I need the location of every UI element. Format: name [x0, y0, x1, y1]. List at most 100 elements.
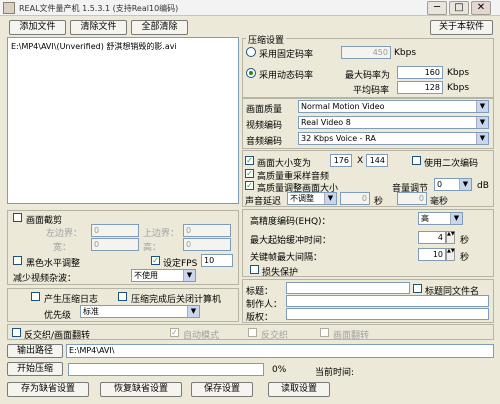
buffer-spinner[interactable]: ▲▼	[446, 231, 455, 244]
clear-all-button[interactable]: 全部清除	[131, 20, 188, 35]
keyframe-label: 关键帧最大间隔：	[250, 253, 323, 263]
load-settings-button[interactable]: 读取设置	[268, 382, 330, 397]
copyright-input[interactable]	[286, 308, 489, 320]
audio-codec-select[interactable]: 32 Kbps Voice - RA ▼	[298, 132, 489, 145]
ehq-value: 高	[421, 214, 429, 223]
deinterlace-label: 反交织/画面翻转	[24, 331, 91, 341]
bw-adjust-checkbox[interactable]	[13, 256, 22, 265]
flip-label: 画面翻转	[333, 331, 370, 341]
chevron-down-icon: ▼	[476, 101, 488, 112]
chevron-down-icon: ▼	[324, 193, 336, 204]
fps-checkbox[interactable]: ✓	[151, 256, 160, 265]
volume-select[interactable]: 0 ▼	[434, 178, 472, 191]
loss-protect-checkbox[interactable]	[250, 265, 259, 274]
app-icon	[3, 2, 15, 14]
resize-width-input[interactable]: 176	[330, 154, 352, 167]
crop-top-input[interactable]: 0	[183, 224, 231, 237]
video-codec-select[interactable]: Real Video 8 ▼	[298, 116, 489, 129]
delay-select-value: 不调整	[290, 194, 314, 203]
keyframe-spinner[interactable]: ▲▼	[446, 248, 455, 261]
about-button[interactable]: 关于本软件	[430, 20, 493, 35]
audio-codec-value: 32 Kbps Voice - RA	[301, 134, 376, 143]
keyframe-input[interactable]: 10	[418, 248, 446, 261]
meta-title-input[interactable]	[286, 282, 410, 294]
close-button[interactable]: ✕	[471, 1, 491, 15]
anti-interlace-checkbox[interactable]	[248, 328, 257, 337]
avg-bitrate-input[interactable]: 128	[397, 81, 443, 94]
compress-group-title: 压缩设置	[246, 33, 287, 46]
hq-resample-checkbox[interactable]: ✓	[245, 169, 254, 178]
second-pass-checkbox[interactable]	[412, 156, 421, 165]
crop-left-label: 左边界：	[46, 229, 83, 239]
resize-height-input[interactable]: 144	[366, 154, 388, 167]
noise-select[interactable]: 不使用 ▼	[131, 269, 196, 282]
resize-label: 画面大小变为	[257, 159, 312, 169]
fixed-bitrate-radio[interactable]	[246, 47, 256, 57]
avg-bitrate-label: 平均码率	[353, 86, 390, 96]
fixed-bitrate-input[interactable]: 450	[341, 46, 391, 59]
save-default-button[interactable]: 存为缺省设置	[7, 382, 89, 397]
add-file-button[interactable]: 添加文件	[9, 20, 66, 35]
fixed-bitrate-label: 采用固定码率	[259, 50, 314, 60]
output-path-button[interactable]: 输出路径	[7, 344, 63, 358]
hq-adjust-checkbox[interactable]: ✓	[245, 181, 254, 190]
bw-adjust-label: 黑色水平调整	[26, 259, 81, 269]
dynamic-bitrate-radio[interactable]	[246, 68, 256, 78]
anti-interlace-label: 反交织	[261, 331, 289, 341]
kbps-label-2: Kbps	[447, 68, 470, 78]
output-path-input[interactable]: E:\MP4\AVI\	[66, 344, 494, 358]
dynamic-bitrate-label: 采用动态码率	[259, 71, 314, 81]
restore-default-button[interactable]: 恢复缺省设置	[100, 382, 182, 397]
quality-value: Normal Motion Video	[301, 102, 385, 111]
video-codec-value: Real Video 8	[301, 118, 351, 127]
deinterlace-checkbox[interactable]	[12, 328, 21, 337]
meta-title-label: 标题：	[246, 287, 274, 297]
flip-checkbox[interactable]	[320, 328, 329, 337]
maximize-button[interactable]: □	[449, 1, 469, 15]
file-list[interactable]: E:\MP4\AVI\(Unverified) 舒淇想销毁的影.avi	[7, 37, 239, 204]
video-codec-label: 视频编码	[246, 121, 283, 131]
noise-value: 不使用	[134, 271, 158, 280]
list-item[interactable]: E:\MP4\AVI\(Unverified) 舒淇想销毁的影.avi	[11, 41, 177, 52]
chevron-down-icon: ▼	[183, 270, 195, 281]
quality-label: 画面质量	[246, 105, 283, 115]
delay-sec-unit: 秒	[374, 197, 384, 207]
fps-label: 设定FPS	[163, 259, 198, 269]
title-as-filename-checkbox[interactable]	[413, 284, 422, 293]
progress-percent: 0%	[272, 365, 287, 375]
buffer-input[interactable]: 4	[418, 231, 446, 244]
delay-label: 声音延迟	[245, 197, 282, 207]
delay-select[interactable]: 不调整 ▼	[287, 192, 337, 205]
copyright-label: 版权：	[246, 313, 274, 323]
crop-checkbox[interactable]	[13, 213, 22, 222]
delay-sec-input[interactable]: 0	[340, 192, 370, 205]
shutdown-checkbox[interactable]	[118, 292, 127, 301]
delay-ms-unit: 毫秒	[430, 197, 449, 207]
auto-mode-checkbox[interactable]: ✓	[170, 328, 179, 337]
current-time-label: 当前时间:	[315, 368, 355, 378]
resize-checkbox[interactable]: ✓	[245, 156, 254, 165]
chevron-down-icon: ▼	[476, 117, 488, 128]
minimize-button[interactable]: ─	[427, 1, 447, 15]
remove-file-button[interactable]: 清除文件	[70, 20, 127, 35]
buffer-label: 最大起始缓冲时间：	[250, 236, 332, 246]
ehq-select[interactable]: 高 ▼	[418, 212, 463, 225]
chevron-down-icon: ▼	[450, 213, 462, 224]
author-input[interactable]	[286, 295, 489, 307]
crop-label: 画面截剪	[26, 216, 63, 226]
max-bitrate-label: 最大码率为	[345, 71, 391, 81]
crop-width-input[interactable]: 0	[91, 238, 139, 251]
quality-select[interactable]: Normal Motion Video ▼	[298, 100, 489, 113]
save-settings-button[interactable]: 保存设置	[191, 382, 253, 397]
delay-ms-input[interactable]: 0	[397, 192, 427, 205]
start-compress-button[interactable]: 开始压缩	[7, 362, 63, 376]
crop-height-input[interactable]: 0	[183, 238, 231, 251]
max-bitrate-input[interactable]: 160	[397, 66, 443, 79]
crop-left-input[interactable]: 0	[91, 224, 139, 237]
priority-select[interactable]: 标准 ▼	[80, 305, 200, 318]
crop-height-label: 高：	[143, 243, 162, 253]
gen-log-checkbox[interactable]	[31, 292, 40, 301]
shutdown-label: 压缩完成后关闭计算机	[131, 295, 222, 305]
fps-input[interactable]: 10	[201, 254, 233, 267]
chevron-down-icon: ▼	[476, 133, 488, 144]
